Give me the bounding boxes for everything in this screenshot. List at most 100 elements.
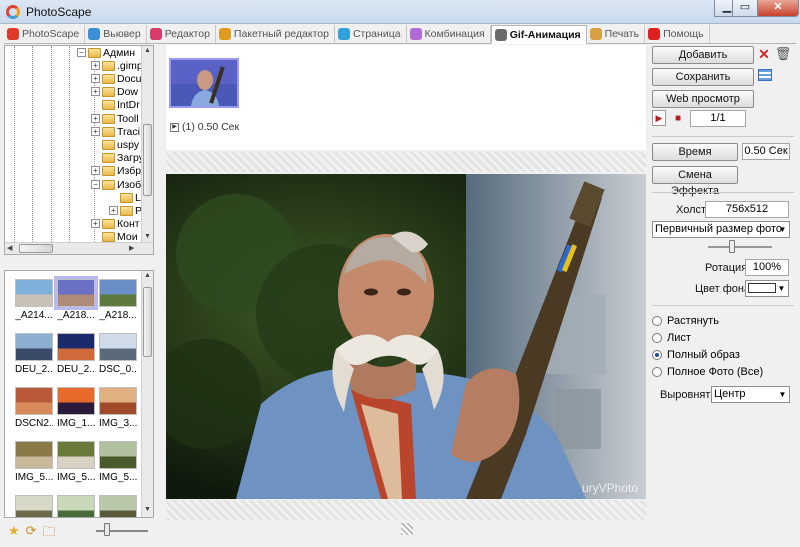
fit-option-full-photo-all[interactable]: Полное Фото (Все) [652, 366, 763, 378]
scroll-thumb[interactable] [143, 124, 152, 196]
tree-item[interactable]: + Tooll [91, 112, 139, 125]
tab-gif-animation[interactable]: Gif-Анимация [490, 25, 587, 44]
thumbnail-item[interactable] [57, 495, 95, 517]
fit-option-full-image[interactable]: Полный образ [652, 349, 740, 361]
expand-icon[interactable]: + [91, 87, 100, 96]
radio-button[interactable] [652, 333, 662, 343]
thumbnail-item[interactable]: DSC_0... [99, 333, 137, 377]
expand-icon[interactable]: + [91, 114, 100, 123]
thumbnail-item[interactable] [15, 495, 53, 517]
tree-item[interactable]: + P [109, 204, 142, 217]
time-button[interactable]: Время [652, 143, 738, 161]
thumbnail-item[interactable]: _A218... [99, 279, 137, 323]
expand-icon[interactable]: + [109, 206, 118, 215]
folder-tree[interactable]: −Админ+.gimp+Docu+Dow+IntDr+Tooll+Traci+… [4, 45, 154, 255]
restore-button[interactable]: ▭ [732, 0, 758, 17]
scroll-left-icon[interactable]: ◀ [7, 244, 12, 252]
change-effect-button[interactable]: Смена Эффекта [652, 166, 738, 197]
thumbnail-image [15, 279, 53, 307]
thumbnail-item[interactable]: IMG_1... [57, 387, 95, 431]
tree-item-root[interactable]: − Админ [77, 46, 135, 59]
tree-item[interactable]: +L [109, 191, 141, 204]
frame-thumbnail[interactable] [169, 58, 239, 108]
separator [652, 305, 794, 306]
expand-icon[interactable]: + [91, 61, 100, 70]
tree-item[interactable]: + Dow [91, 85, 138, 98]
tab-editor[interactable]: Редактор [147, 25, 216, 43]
tab-combine[interactable]: Комбинация [407, 25, 491, 43]
size-mode-select[interactable]: Первичный размер фото ▼ [652, 221, 790, 238]
web-view-button[interactable]: Web просмотр [652, 90, 754, 108]
background-color-picker[interactable]: ▼ [745, 280, 789, 297]
scroll-up-icon[interactable]: ▲ [144, 47, 151, 54]
thumbnail-item[interactable]: DEU_2... [57, 333, 95, 377]
tree-item[interactable]: +IntDr [91, 98, 140, 111]
tab-viewer[interactable]: Вьювер [85, 25, 147, 43]
thumbnail-item[interactable] [99, 495, 137, 517]
tree-horizontal-scrollbar[interactable]: ◀ ▶ [5, 242, 153, 254]
stop-icon[interactable]: ■ [670, 110, 686, 126]
thumbnail-item[interactable]: DEU_2... [15, 333, 53, 377]
fit-option-stretch[interactable]: Растянуть [652, 315, 719, 327]
tab-print[interactable]: Печать [587, 25, 646, 43]
thumbnail-item[interactable]: _A218... [54, 276, 98, 323]
thumbnail-browser[interactable]: _A214... _A218... _A218... DEU_2... DEU_2...… [4, 270, 154, 518]
page-counter: 1/1 [690, 110, 746, 127]
delete-icon[interactable]: ✕ [757, 46, 771, 62]
rotation-input[interactable]: 100% [745, 259, 789, 276]
tree-item[interactable]: + .gimp [91, 59, 143, 72]
scroll-down-icon[interactable]: ▼ [144, 233, 151, 240]
thumbnail-size-knob[interactable] [104, 523, 110, 536]
scroll-thumb[interactable] [143, 287, 152, 357]
thumbs-vertical-scrollbar[interactable]: ▲ ▼ [141, 271, 153, 517]
star-icon[interactable]: ★ [8, 523, 20, 545]
close-button[interactable]: ✕ [757, 0, 799, 17]
tree-item[interactable]: + Docu [91, 72, 142, 85]
expand-icon[interactable]: + [91, 219, 100, 228]
size-slider-knob[interactable] [729, 240, 735, 253]
expand-icon[interactable]: + [91, 74, 100, 83]
thumbnail-label: DSC_0... [99, 364, 137, 375]
collapse-icon[interactable]: − [91, 180, 100, 189]
scroll-down-icon[interactable]: ▼ [144, 506, 151, 513]
radio-button[interactable] [652, 350, 662, 360]
radio-button[interactable] [652, 316, 662, 326]
expand-icon[interactable]: + [91, 166, 100, 175]
scroll-right-icon[interactable]: ▶ [129, 244, 134, 252]
thumbnail-item[interactable]: IMG_5... [57, 441, 95, 485]
tree-item[interactable]: − Изоб [91, 178, 141, 191]
thumbnail-item[interactable]: IMG_5... [99, 441, 137, 485]
save-button[interactable]: Сохранить [652, 68, 754, 86]
tree-item[interactable]: + Traci [91, 125, 140, 138]
fit-option-sheet[interactable]: Лист [652, 332, 691, 344]
thumbnail-item[interactable]: DSCN2... [15, 387, 53, 431]
tree-item[interactable]: + Избр [91, 164, 141, 177]
tree-item[interactable]: +uspy [91, 138, 139, 151]
tree-vertical-scrollbar[interactable]: ▲ ▼ [141, 46, 153, 244]
resize-grip-icon[interactable] [401, 523, 413, 535]
tree-item-label: .gimp [117, 59, 143, 72]
tree-item[interactable]: + Конт [91, 217, 140, 230]
folder-icon[interactable]: 🗀 [43, 523, 56, 545]
tab-batch-editor[interactable]: Пакетный редактор [216, 25, 335, 43]
expand-icon[interactable]: + [91, 127, 100, 136]
list-icon[interactable] [758, 69, 772, 81]
thumbnail-item[interactable]: _A214... [15, 279, 53, 323]
size-slider[interactable] [708, 246, 772, 248]
radio-button[interactable] [652, 367, 662, 377]
tab-help[interactable]: Помощь [645, 25, 710, 43]
thumbnail-item[interactable]: IMG_5... [15, 441, 53, 485]
add-button[interactable]: Добавить [652, 46, 754, 64]
collapse-icon[interactable]: − [77, 48, 86, 57]
play-icon[interactable]: ▶ [652, 110, 666, 126]
tree-item[interactable]: +Загру [91, 151, 144, 164]
frame-strip[interactable]: ▶ (1) 0.50 Сек [166, 45, 646, 150]
trash-icon[interactable]: 🗑 [775, 46, 792, 62]
thumbnail-item[interactable]: IMG_3... [99, 387, 137, 431]
refresh-icon[interactable]: ⟳ [26, 523, 37, 545]
tab-page[interactable]: Страница [335, 25, 407, 43]
scroll-up-icon[interactable]: ▲ [144, 272, 151, 279]
tab-photoscape[interactable]: PhotoScape [4, 25, 86, 43]
align-select[interactable]: Центр ▼ [711, 386, 790, 403]
scroll-thumb[interactable] [19, 244, 53, 253]
